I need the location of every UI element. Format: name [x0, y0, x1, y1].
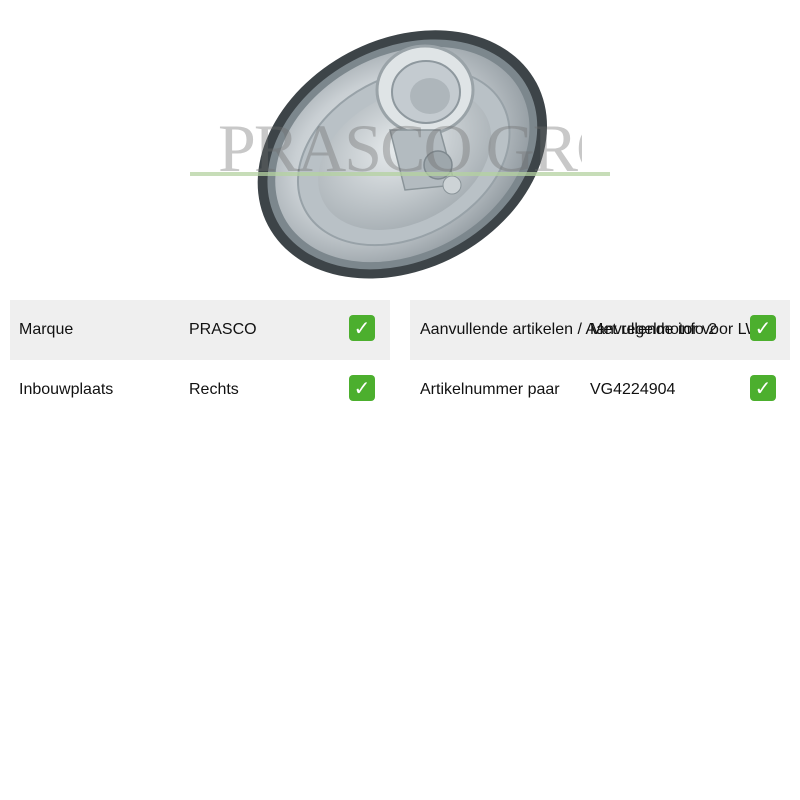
spec-value: PRASCO — [189, 321, 257, 338]
spec-row-mounting-position: Inbouwplaats Rechts ✓ — [10, 360, 390, 420]
spec-row-brand: Marque PRASCO ✓ — [10, 300, 390, 360]
spec-label: Artikelnummer paar — [420, 381, 560, 398]
watermark-underline — [190, 172, 610, 176]
spec-row-additional-info: Aanvullende artikelen / Aanvullende info… — [410, 300, 790, 360]
spec-label: Marque — [19, 321, 74, 338]
spec-label: Inbouwplaats — [19, 381, 114, 398]
check-mark-icon: ✓ — [349, 375, 375, 401]
check-mark-icon: ✓ — [750, 375, 776, 401]
check-mark-icon: ✓ — [750, 315, 776, 341]
product-image — [190, 10, 610, 290]
check-mark-icon: ✓ — [349, 315, 375, 341]
spec-row-pair-article-number: Artikelnummer paar VG4224904 ✓ — [410, 360, 790, 420]
spec-value: Rechts — [189, 381, 239, 398]
spec-value: VG4224904 — [590, 381, 676, 398]
spec-value: Met regelmotor voor LWR — [590, 321, 772, 338]
